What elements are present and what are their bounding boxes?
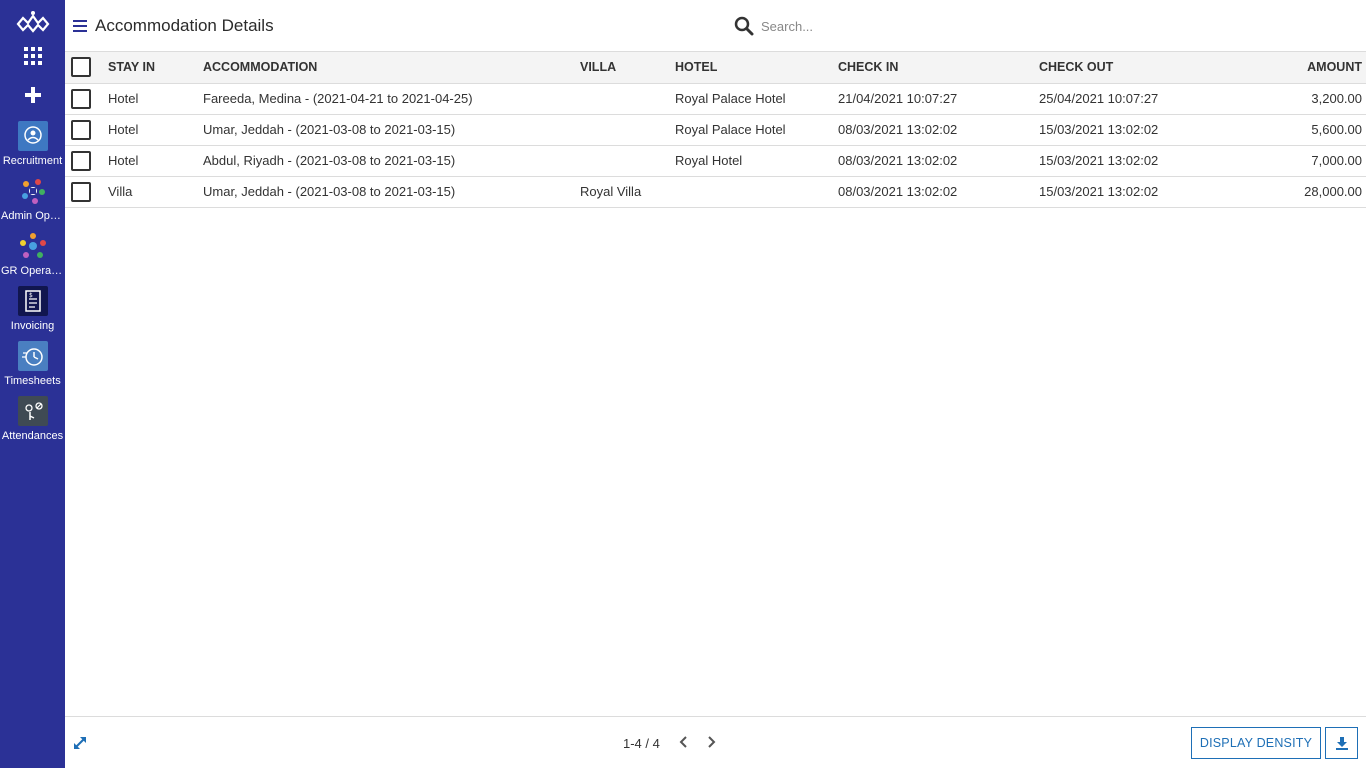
cell-hotel: Royal Palace Hotel [675, 83, 838, 115]
row-select-cell [65, 145, 108, 177]
row-select-cell [65, 83, 108, 115]
select-all-checkbox[interactable] [71, 57, 91, 78]
sidebar-app-gr-operations[interactable]: GR Operatio... [0, 231, 65, 277]
timesheets-icon [17, 341, 48, 371]
table-row[interactable]: Hotel Fareeda, Medina - (2021-04-21 to 2… [65, 83, 1366, 115]
table-row[interactable]: Villa Umar, Jeddah - (2021-03-08 to 2021… [65, 176, 1366, 208]
cell-amount: 3,200.00 [1219, 83, 1366, 115]
attendances-icon [17, 396, 48, 426]
cell-check-in: 21/04/2021 10:07:27 [838, 83, 1039, 115]
menu-icon[interactable] [73, 19, 87, 33]
row-checkbox[interactable] [71, 181, 91, 202]
sidebar-app-timesheets[interactable]: Timesheets [0, 341, 65, 387]
cell-stay-in: Villa [108, 176, 203, 208]
table-row[interactable]: Hotel Umar, Jeddah - (2021-03-08 to 2021… [65, 114, 1366, 146]
cell-check-out: 15/03/2021 13:02:02 [1039, 145, 1219, 177]
column-header-stay-in[interactable]: STAY IN [108, 52, 203, 84]
cell-hotel: Royal Palace Hotel [675, 114, 838, 146]
cell-amount: 28,000.00 [1219, 176, 1366, 208]
row-checkbox[interactable] [71, 88, 91, 109]
table-header-row: STAY IN ACCOMMODATION VILLA HOTEL CHECK … [65, 52, 1366, 84]
chevron-right-icon[interactable] [704, 735, 718, 749]
sidebar-app-invoicing[interactable]: $ Invoicing [0, 286, 65, 332]
page-title: Accommodation Details [95, 16, 274, 35]
cell-check-out: 15/03/2021 13:02:02 [1039, 176, 1219, 208]
app-sidebar: Recruitment Admin Oper... GR Operatio...… [0, 0, 65, 768]
gr-operations-icon [19, 233, 46, 258]
sidebar-app-label: Recruitment [2, 155, 63, 167]
column-header-accommodation[interactable]: ACCOMMODATION [203, 52, 580, 84]
cell-amount: 5,600.00 [1219, 114, 1366, 146]
cell-hotel: Royal Hotel [675, 145, 838, 177]
cell-accommodation: Fareeda, Medina - (2021-04-21 to 2021-04… [203, 83, 580, 115]
row-select-cell [65, 176, 108, 208]
column-header-check-in[interactable]: CHECK IN [838, 52, 1039, 84]
search-icon[interactable] [734, 16, 754, 36]
sidebar-app-label: Invoicing [10, 320, 55, 332]
table-row[interactable]: Hotel Abdul, Riyadh - (2021-03-08 to 202… [65, 145, 1366, 177]
sidebar-app-label: Attendances [1, 430, 64, 442]
cell-villa [580, 145, 675, 177]
cell-stay-in: Hotel [108, 145, 203, 177]
cell-villa [580, 83, 675, 115]
sidebar-app-label: GR Operatio... [1, 265, 65, 277]
download-button[interactable] [1325, 727, 1358, 759]
cell-stay-in: Hotel [108, 83, 203, 115]
cell-villa [580, 114, 675, 146]
cell-stay-in: Hotel [108, 114, 203, 146]
column-header-villa[interactable]: VILLA [580, 52, 675, 84]
sidebar-app-recruitment[interactable]: Recruitment [0, 121, 65, 167]
page-footer: 1-4 / 4 DISPLAY DENSITY [65, 716, 1366, 768]
column-header-check-out[interactable]: CHECK OUT [1039, 52, 1219, 84]
column-header-hotel[interactable]: HOTEL [675, 52, 838, 84]
column-header-amount[interactable]: AMOUNT [1219, 52, 1366, 84]
cell-check-out: 15/03/2021 13:02:02 [1039, 114, 1219, 146]
accommodation-table: STAY IN ACCOMMODATION VILLA HOTEL CHECK … [65, 52, 1366, 208]
download-icon [1335, 737, 1348, 750]
apps-grid-icon[interactable] [23, 46, 43, 66]
row-select-cell [65, 114, 108, 146]
cell-check-in: 08/03/2021 13:02:02 [838, 114, 1039, 146]
page-header: Accommodation Details [65, 0, 1366, 52]
chevron-left-icon[interactable] [677, 735, 691, 749]
cell-accommodation: Umar, Jeddah - (2021-03-08 to 2021-03-15… [203, 176, 580, 208]
admin-operations-icon [21, 179, 45, 204]
row-checkbox[interactable] [71, 119, 91, 140]
search-input[interactable] [761, 14, 1061, 38]
sidebar-app-label: Timesheets [4, 375, 61, 387]
invoicing-icon: $ [17, 286, 48, 316]
cell-check-in: 08/03/2021 13:02:02 [838, 176, 1039, 208]
cell-villa: Royal Villa [580, 176, 675, 208]
recruitment-icon [17, 121, 48, 151]
sidebar-app-label: Admin Oper... [1, 210, 65, 222]
cell-check-out: 25/04/2021 10:07:27 [1039, 83, 1219, 115]
expand-icon[interactable] [73, 736, 87, 750]
select-all-cell [65, 52, 108, 84]
cell-check-in: 08/03/2021 13:02:02 [838, 145, 1039, 177]
svg-text:$: $ [29, 292, 33, 299]
cell-accommodation: Abdul, Riyadh - (2021-03-08 to 2021-03-1… [203, 145, 580, 177]
sidebar-app-admin-operations[interactable]: Admin Oper... [0, 176, 65, 222]
cell-accommodation: Umar, Jeddah - (2021-03-08 to 2021-03-15… [203, 114, 580, 146]
cell-hotel [675, 176, 838, 208]
sidebar-app-attendances[interactable]: Attendances [0, 396, 65, 442]
row-checkbox[interactable] [71, 150, 91, 171]
company-logo-icon[interactable] [16, 10, 50, 34]
plus-icon[interactable] [23, 85, 43, 105]
display-density-button[interactable]: DISPLAY DENSITY [1191, 727, 1321, 759]
pager-count: 1-4 / 4 [623, 736, 660, 751]
cell-amount: 7,000.00 [1219, 145, 1366, 177]
